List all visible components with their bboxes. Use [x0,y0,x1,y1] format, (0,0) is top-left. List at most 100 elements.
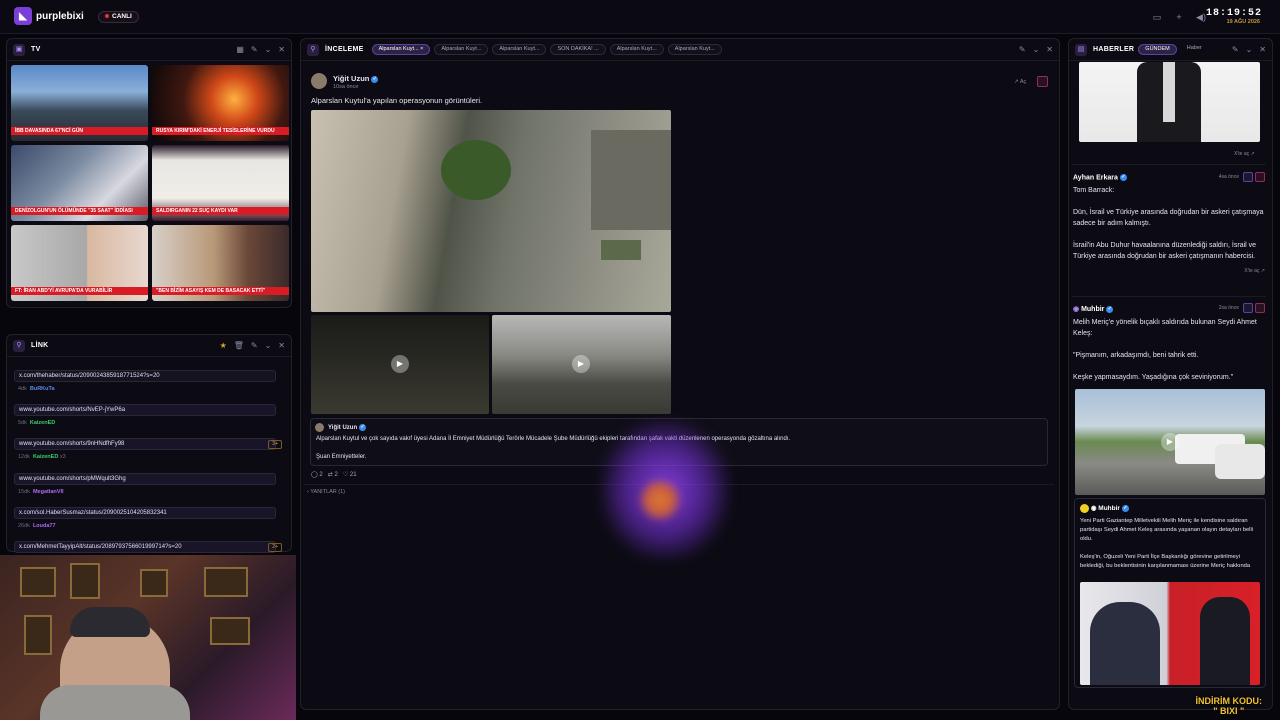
clock: 18:19:52 [1205,8,1262,19]
link-item[interactable]: www.youtube.com/shorts/9nHNdfhFy98 3+ 12… [14,438,282,468]
quote-author: Yiğit Uzun ✓ [328,424,367,432]
tv-channel[interactable]: FT: İRAN ABD'Yİ AVRUPA'DA VURABİLİR [11,225,148,301]
link-url[interactable]: x.com/thehaber/status/209002438591877152… [14,370,276,382]
link-button-icon[interactable] [1243,172,1253,182]
link-item[interactable]: x.com/sol.HaberSusmaz/status/20900251042… [14,507,282,537]
tab-haber[interactable]: Haber [1181,44,1208,55]
open-x-link[interactable]: X'te aç ↗ [1234,151,1255,157]
chevron-down-icon[interactable]: ⌄ [265,341,272,350]
tv-channel[interactable]: SALDIRGANIN 22 SUÇ KAYDI VAR [152,145,289,221]
tab-inceleme[interactable]: Alparslan Kuyt... × [371,44,431,55]
news-card: ◉ Muhbir ✓ Yeni Parti Gaziantep Milletvek… [1080,504,1260,571]
screen-icon[interactable]: ▭ [1150,10,1164,24]
tv-caption: SALDIRGANIN 22 SUÇ KAYDI VAR [152,207,289,215]
tab-inceleme[interactable]: Alparslan Kuyt... [492,44,547,55]
post-actions: ◯ 2 ⇄ 2 ♡ 21 [311,472,357,478]
link-url[interactable]: x.com/MehmetTayyipAlt/status/20897937566… [14,541,276,553]
close-icon[interactable]: ✕ [278,341,285,350]
play-icon[interactable]: ▶ [1161,433,1179,451]
tab-inceleme[interactable]: Alparslan Kuyt... [434,44,489,55]
wall-frame [24,615,52,655]
retweet-icon[interactable]: ⇄ [328,472,333,478]
news-body: Tom Barrack: Dün, İsrail ve Türkiye aras… [1073,187,1264,261]
edit-icon[interactable]: ✎ [251,341,258,350]
tab-gundem[interactable]: GÜNDEM [1138,44,1177,55]
chevron-down-icon[interactable]: ⌄ [1033,45,1040,54]
link-meta: 26dk Louda77 [18,523,56,529]
trash-icon[interactable]: 🗑 [234,341,244,350]
open-link[interactable]: ↗ Aç [1014,79,1026,85]
tv-panel-header: ▣ TV ▦ ✎ ⌄ ✕ [7,39,291,61]
close-tab-icon[interactable]: × [420,46,423,52]
edit-icon[interactable]: ✎ [251,45,258,54]
link-url[interactable]: x.com/sol.HaberSusmaz/status/20900251042… [14,507,276,519]
suv [1215,444,1265,479]
news-author[interactable]: ◉ Muhbir ✓ [1080,504,1260,513]
link-button-icon[interactable] [1243,303,1253,313]
verified-icon: ✓ [371,75,379,83]
bookmark-icon[interactable] [1037,76,1048,87]
star-icon[interactable]: ★ [220,341,227,350]
haberler-tabs: GÜNDEM Haber [1138,44,1207,55]
close-icon[interactable]: ✕ [278,45,285,54]
close-icon[interactable]: ✕ [1259,45,1266,54]
bookmark-icon[interactable] [1255,303,1265,313]
play-icon[interactable]: ▶ [572,355,590,373]
quote-text-2: Şuan Emniyetteler. [316,454,367,460]
streamer-cap [70,607,150,637]
tab-inceleme[interactable]: SON DAKİKA! ... [550,44,606,55]
tab-inceleme[interactable]: Alparslan Kuyt... [609,44,664,55]
news-image[interactable] [1080,582,1260,685]
chevron-down-icon[interactable]: ⌄ [265,45,272,54]
add-icon[interactable]: + [1172,10,1186,24]
edit-icon[interactable]: ✎ [1232,45,1239,54]
wall-frame [140,569,168,597]
link-url[interactable]: www.youtube.com/shorts/NvEP-jYwP6a [14,404,276,416]
tab-inceleme[interactable]: Alparslan Kuyt... [667,44,722,55]
bookmark-icon[interactable] [1255,172,1265,182]
link-item[interactable]: www.youtube.com/shorts/pMWqult3Ghg 15dk M… [14,473,282,503]
tv-channel[interactable]: İBB DAVASINDA 67'NCİ GÜN [11,65,148,141]
link-url[interactable]: www.youtube.com/shorts/9nHNdfhFy98 [14,438,276,450]
link-item[interactable]: www.youtube.com/shorts/NvEP-jYwP6a 5dk Ka… [14,404,282,434]
post-video[interactable]: ▶ [311,315,489,414]
link-meta: 4dk BuRKuTa [18,386,55,392]
play-icon[interactable]: ▶ [391,355,409,373]
news-image[interactable] [1079,62,1260,142]
verified-icon: ✓ [1119,174,1127,181]
bot-icon: ◉ [1090,505,1097,513]
replies-toggle[interactable]: › YANITLAR (1) [307,489,345,495]
post-image[interactable] [311,110,671,312]
watermark-flame-icon [640,480,680,520]
link-item[interactable]: x.com/thehaber/status/209002438591877152… [14,370,282,400]
grid-icon[interactable]: ▦ [236,45,244,54]
link-url[interactable]: www.youtube.com/shorts/pMWqult3Ghg [14,473,276,485]
link-item[interactable]: x.com/MehmetTayyipAlt/status/20897937566… [14,541,282,553]
open-x-link[interactable]: X'te aç ↗ [1073,268,1265,274]
link-user: KaizenED [29,420,56,426]
post-video[interactable]: ▶ [492,315,671,414]
post-author[interactable]: Yiğit Uzun ✓ [333,74,379,83]
chevron-down-icon[interactable]: ⌄ [1246,45,1253,54]
wall-frame [20,567,56,597]
avatar[interactable] [311,73,327,89]
tv-channel[interactable]: RUSYA KIRIM'DAKİ ENERJİ TESİSLERİNE VURD… [152,65,289,141]
shirt [1163,62,1175,122]
tv-channel[interactable]: "BEN BİZİM ASAYIŞ KEM DE BASACAK ETTİ" [152,225,289,301]
link-user: Louda77 [32,523,56,529]
news-video[interactable]: ▶ [1075,389,1265,495]
divider [1072,296,1266,297]
inceleme-panel-header: ⚲ İNCELEME Alparslan Kuyt... × Alparslan… [301,39,1059,61]
news-card: Ayhan Erkara ✓ 4sa önce Tom Barrack: Dün,… [1073,172,1265,274]
date: 19 AĞU 2026 [1226,19,1260,25]
edit-icon[interactable]: ✎ [1019,45,1026,54]
reply-icon[interactable]: ◯ [311,472,318,478]
verified-icon: ✓ [1121,505,1129,512]
close-icon[interactable]: ✕ [1046,45,1053,54]
news-time: 2sa önce [1218,305,1239,311]
purplebixi-logo-icon[interactable]: ◣ [14,7,32,25]
chevron-right-icon: › [307,489,309,495]
heart-icon[interactable]: ♡ [343,472,348,478]
tv-channel[interactable]: DENİZOLGUN'UN ÖLÜMÜNDE "35 SAAT" İDDİASI [11,145,148,221]
inceleme-panel-title: İNCELEME [325,46,364,53]
